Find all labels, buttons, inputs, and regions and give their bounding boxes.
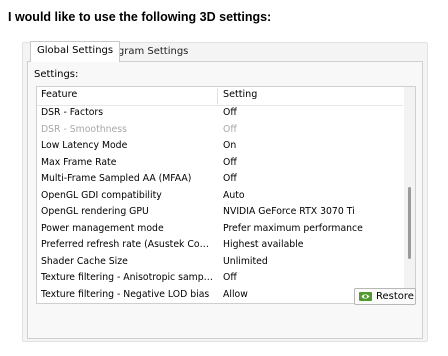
setting-cell[interactable]: NVIDIA GeForce RTX 3070 Ti [223, 206, 355, 217]
nvidia-restore-icon [359, 292, 372, 301]
setting-cell[interactable]: Off [223, 107, 237, 118]
feature-cell: Shader Cache Size [41, 255, 128, 267]
feature-cell: DSR - Smoothness [41, 123, 127, 135]
feature-cell: OpenGL rendering GPU [41, 206, 149, 217]
setting-cell[interactable]: Auto [223, 190, 245, 201]
feature-cell: OpenGL GDI compatibility [41, 189, 162, 201]
settings-panel: Global Settings Program Settings Setting… [22, 41, 428, 342]
setting-cell[interactable]: On [223, 140, 236, 151]
settings-rows: DSR - Factors Off DSR - Smoothness Off Low L… [37, 106, 403, 304]
restore-button-label: Restore [376, 291, 414, 302]
column-divider[interactable] [217, 88, 218, 104]
setting-cell[interactable]: Off [223, 157, 237, 168]
setting-row[interactable]: Multi-Frame Sampled AA (MFAA) Off [37, 172, 403, 189]
setting-row[interactable]: Shader Cache Size Unlimited [37, 255, 403, 272]
setting-cell[interactable]: Allow [223, 289, 248, 300]
setting-cell[interactable]: Unlimited [223, 256, 268, 267]
feature-cell: DSR - Factors [41, 107, 104, 118]
setting-row[interactable]: DSR - Smoothness Off [37, 123, 403, 140]
settings-list[interactable]: Feature Setting DSR - Factors Off DSR - Sm… [36, 86, 416, 304]
page-heading: I would like to use the following 3D set… [8, 10, 272, 24]
setting-row[interactable]: Max Frame Rate Off [37, 156, 403, 173]
setting-row[interactable]: OpenGL rendering GPU NVIDIA GeForce RTX 3… [37, 205, 403, 222]
feature-cell: Preferred refresh rate (Asustek Computer… [41, 239, 215, 250]
feature-cell: Multi-Frame Sampled AA (MFAA) [41, 173, 192, 184]
list-header: Feature Setting [37, 87, 403, 106]
setting-row[interactable]: Low Latency Mode On [37, 139, 403, 156]
setting-row[interactable]: OpenGL GDI compatibility Auto [37, 189, 403, 206]
setting-row[interactable]: Power management mode Prefer maximum perf… [37, 222, 403, 239]
scrollbar-thumb[interactable] [408, 187, 411, 259]
tab-global-settings[interactable]: Global Settings [30, 41, 121, 62]
restore-button[interactable]: Restore [354, 288, 416, 305]
setting-row[interactable]: Texture filtering - Anisotropic sample o… [37, 271, 403, 288]
setting-cell[interactable]: Off [223, 272, 237, 283]
feature-cell: Max Frame Rate [41, 156, 117, 168]
column-header-feature[interactable]: Feature [41, 89, 77, 100]
feature-cell: Low Latency Mode [41, 140, 128, 151]
setting-cell[interactable]: Off [223, 124, 237, 135]
setting-cell[interactable]: Off [223, 173, 237, 184]
settings-label: Settings: [34, 69, 79, 80]
tab-content: Settings: Feature Setting DSR - Factors O… [27, 61, 423, 339]
setting-row[interactable]: Preferred refresh rate (Asustek Computer… [37, 238, 403, 255]
feature-cell: Texture filtering - Negative LOD bias [41, 288, 210, 300]
setting-cell[interactable]: Highest available [223, 239, 304, 250]
column-header-setting[interactable]: Setting [223, 89, 257, 100]
setting-row[interactable]: DSR - Factors Off [37, 106, 403, 123]
setting-row[interactable]: Texture filtering - Negative LOD bias All… [37, 288, 403, 304]
feature-cell: Power management mode [41, 222, 164, 234]
feature-cell: Texture filtering - Anisotropic sample o… [41, 272, 215, 283]
vertical-scrollbar[interactable] [404, 87, 415, 303]
setting-cell[interactable]: Prefer maximum performance [223, 223, 363, 234]
